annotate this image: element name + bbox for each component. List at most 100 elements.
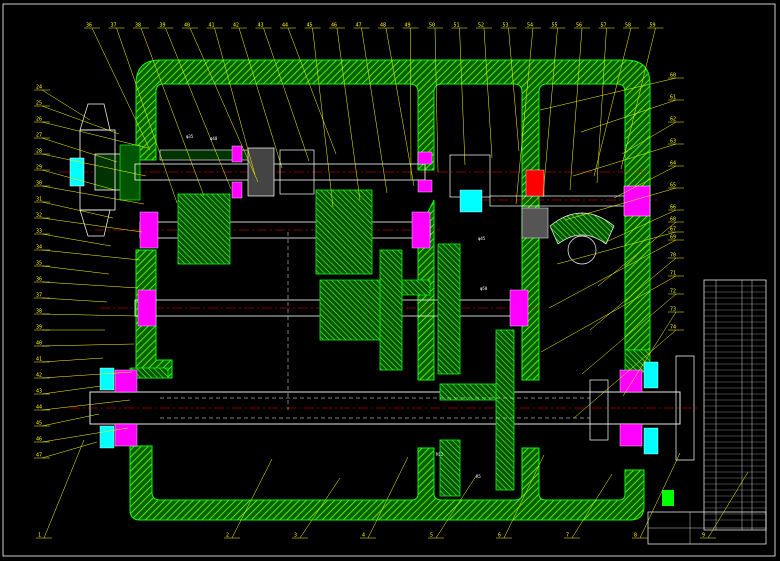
left-balloon-6: 30 [36,181,42,187]
top-balloon-14: 50 [429,23,435,29]
top-leader-16 [483,27,493,159]
bottom-balloon-2: 3 [294,533,297,539]
left-leader-13 [41,297,108,303]
bottom-balloon-7: 8 [634,533,637,539]
top-balloon-19: 55 [552,23,558,29]
left-balloon-8: 32 [36,213,42,219]
top-leader-19 [542,27,558,198]
top-balloon-15: 51 [454,23,460,29]
bottom-leader-1 [231,458,273,539]
bottom-leader-3 [367,456,409,539]
left-leader-23 [41,441,98,459]
left-balloon-22: 46 [36,437,42,443]
top-balloon-21: 57 [601,23,607,29]
shift-mechanism [449,154,651,265]
top-balloon-23: 59 [650,23,656,29]
top-balloon-22: 58 [625,23,631,29]
right-balloon-12: 72 [670,289,676,295]
dim-note-3: φ50 [480,286,488,291]
top-balloon-6: 42 [233,23,239,29]
left-leader-12 [41,281,139,289]
bottom-balloon-8: 9 [702,533,705,539]
right-balloon-14: 74 [670,325,676,331]
top-balloon-16: 52 [478,23,484,29]
bottom-balloon-3: 4 [362,533,365,539]
left-balloon-12: 36 [36,277,42,283]
bottom-balloon-5: 6 [498,533,501,539]
top-leader-11 [361,27,388,194]
bottom-leader-0 [43,439,85,539]
dim-note-5: R5 [476,474,481,479]
dim-note-4: M12 [436,452,444,457]
top-leader-12 [385,27,415,187]
bottom-balloon-0: 1 [38,533,41,539]
top-balloon-4: 40 [184,23,190,29]
top-leader-14 [434,27,439,173]
parts-list-table [647,279,767,545]
right-balloon-4: 64 [670,161,676,167]
top-balloon-9: 45 [307,23,313,29]
top-leader-10 [336,27,361,201]
right-balloon-6: 66 [670,205,676,211]
top-balloon-8: 44 [282,23,288,29]
left-balloon-0: 24 [36,85,42,91]
cad-drawing-viewport: 36 37 38 39 40 41 42 43 44 45 46 47 48 49 50 51 52 53 54 55… [0,0,780,561]
top-leader-13 [410,27,412,180]
left-balloon-9: 33 [36,229,42,235]
left-balloon-16: 40 [36,341,42,347]
input-shaft [69,103,433,237]
left-balloon-19: 43 [36,389,42,395]
left-balloon-5: 29 [36,165,42,171]
top-leader-7 [263,27,310,162]
left-balloon-1: 25 [36,101,42,107]
right-balloon-9: 69 [670,235,676,241]
left-balloon-11: 35 [36,261,42,267]
top-leader-17 [508,27,520,152]
right-balloon-0: 60 [670,73,676,79]
left-leader-8 [41,217,143,233]
bottom-balloon-6: 7 [566,533,569,539]
left-balloon-4: 28 [36,149,42,155]
left-leader-10 [41,249,141,261]
dim-note-2: φ45 [478,236,486,241]
right-balloon-13: 73 [670,307,676,313]
right-leader-11 [540,275,677,353]
right-balloon-11: 71 [670,271,676,277]
top-balloon-3: 39 [160,23,166,29]
dim-note-1: φ40 [210,136,218,141]
top-balloon-7: 43 [258,23,264,29]
left-leader-0 [41,89,91,121]
top-balloon-20: 56 [576,23,582,29]
top-balloon-10: 46 [331,23,337,29]
top-balloon-17: 53 [503,23,509,29]
left-balloon-15: 39 [36,325,42,331]
left-balloon-23: 47 [36,453,42,459]
left-balloon-17: 41 [36,357,42,363]
top-leader-8 [287,27,337,155]
top-balloon-13: 49 [405,23,411,29]
left-leader-16 [41,343,135,347]
right-balloon-7: 67 [670,227,676,233]
right-balloon-1: 61 [670,95,676,101]
top-leader-20 [569,27,583,191]
top-balloon-11: 47 [356,23,362,29]
left-balloon-3: 27 [36,133,42,139]
left-leader-14 [41,313,137,317]
right-leader-5 [564,187,677,221]
left-balloon-21: 45 [36,421,42,427]
right-balloon-8: 68 [670,217,676,223]
gearbox-assembly-drawing: 36 37 38 39 40 41 42 43 44 45 46 47 48 49 50 51 52 53 54 55… [2,3,776,557]
left-balloon-10: 34 [36,245,42,251]
right-balloon-2: 62 [670,117,676,123]
top-leader-15 [459,27,466,166]
top-balloon-1: 37 [111,23,117,29]
top-balloon-0: 36 [86,23,92,29]
left-balloon-13: 37 [36,293,42,299]
left-leader-17 [41,357,104,363]
top-leader-6 [238,27,283,169]
right-balloon-5: 65 [670,183,676,189]
left-leader-2 [41,121,149,149]
left-balloon-7: 31 [36,197,42,203]
bottom-balloon-1: 2 [226,533,229,539]
left-balloon-2: 26 [36,117,42,123]
